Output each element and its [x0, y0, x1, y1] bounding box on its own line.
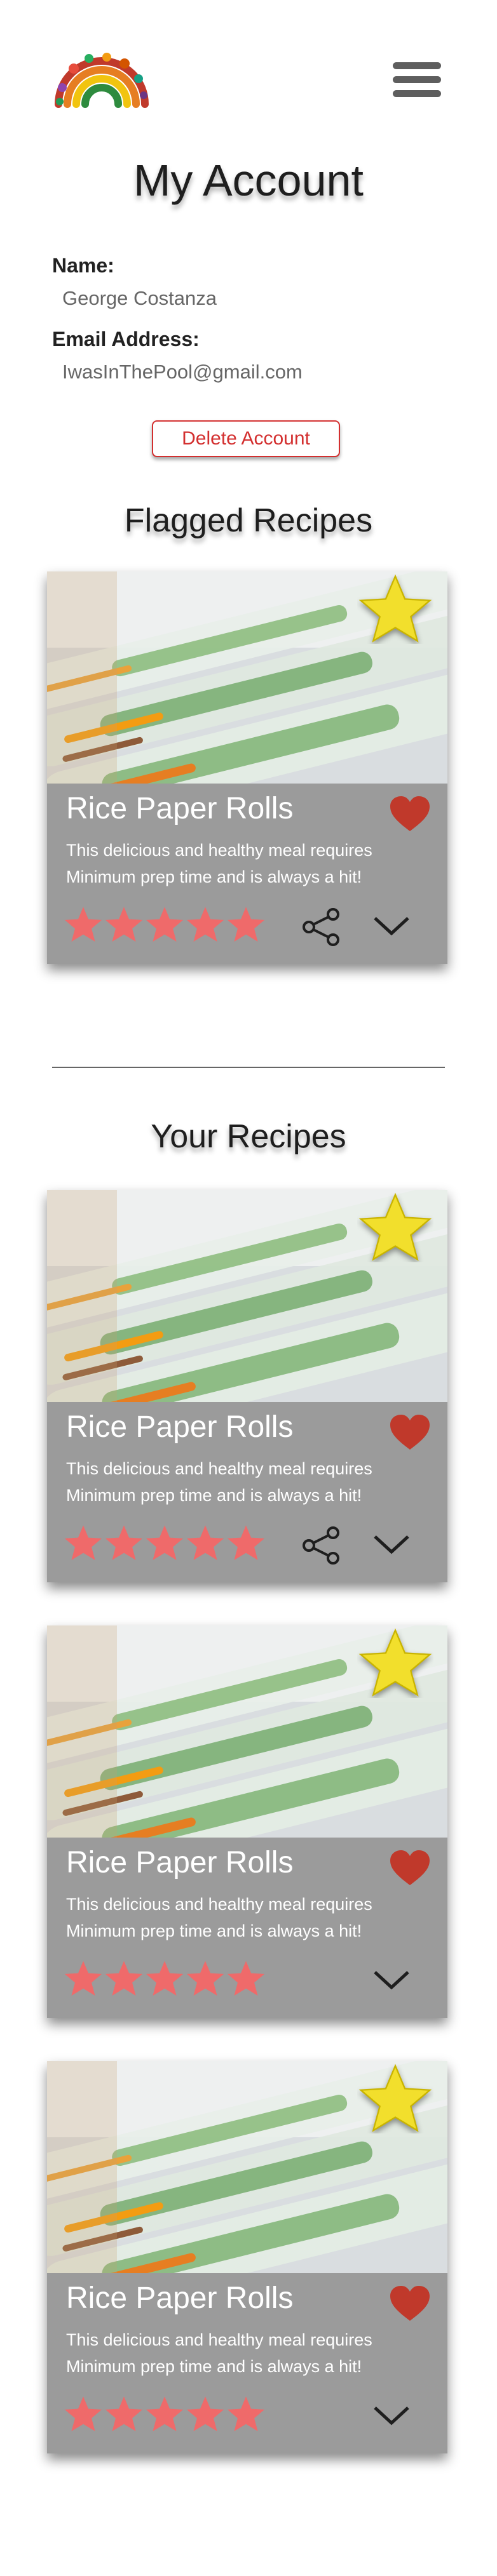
hamburger-menu-icon[interactable]	[393, 62, 441, 103]
recipe-card[interactable]: Rice Paper Rolls This delicious and heal…	[47, 2061, 447, 2453]
chevron-down-icon[interactable]	[371, 2401, 412, 2429]
chevron-down-icon[interactable]	[371, 912, 412, 940]
rating-star-icon[interactable]	[226, 1959, 266, 1998]
chevron-down-icon[interactable]	[371, 1530, 412, 1558]
share-icon[interactable]	[301, 1526, 342, 1565]
recipe-description: This delicious and healthy meal requires…	[66, 1895, 372, 1940]
flag-star-icon[interactable]	[357, 574, 433, 644]
rating-star-icon[interactable]	[64, 1523, 103, 1563]
recipe-card[interactable]: Rice Paper Rolls This delicious and heal…	[47, 1625, 447, 2018]
share-icon[interactable]	[301, 908, 342, 946]
delete-account-button[interactable]: Delete Account	[152, 420, 340, 457]
rating-star-icon[interactable]	[104, 2394, 144, 2434]
rating-star-icon[interactable]	[104, 1523, 144, 1563]
rating-star-icon[interactable]	[145, 905, 184, 944]
recipe-card[interactable]: Rice Paper Rolls This delicious and heal…	[47, 1190, 447, 1582]
rating-star-icon[interactable]	[104, 1959, 144, 1998]
recipe-title: Rice Paper Rolls	[66, 1846, 294, 1879]
name-label: Name:	[52, 254, 114, 277]
rating-star-icon[interactable]	[186, 905, 225, 944]
star-rating[interactable]	[64, 2394, 266, 2434]
recipe-title: Rice Paper Rolls	[66, 792, 294, 825]
chevron-down-icon[interactable]	[371, 1966, 412, 1994]
star-rating[interactable]	[64, 905, 266, 944]
flagged-recipes-heading: Flagged Recipes	[124, 502, 373, 539]
flag-star-icon[interactable]	[357, 1192, 433, 1262]
rating-star-icon[interactable]	[226, 905, 266, 944]
rating-star-icon[interactable]	[226, 1523, 266, 1563]
rating-star-icon[interactable]	[145, 1523, 184, 1563]
favorite-heart-icon[interactable]	[389, 795, 431, 833]
recipe-description: This delicious and healthy meal requires…	[66, 1459, 372, 1505]
recipe-card[interactable]: Rice Paper Rolls This delicious and heal…	[47, 571, 447, 964]
recipe-title: Rice Paper Rolls	[66, 2281, 294, 2315]
rating-star-icon[interactable]	[64, 2394, 103, 2434]
star-rating[interactable]	[64, 1959, 266, 1998]
your-recipes-heading: Your Recipes	[151, 1118, 346, 1155]
rating-star-icon[interactable]	[104, 905, 144, 944]
vegetable-rainbow-logo[interactable]	[50, 50, 154, 110]
favorite-heart-icon[interactable]	[389, 1849, 431, 1887]
rating-star-icon[interactable]	[145, 2394, 184, 2434]
flag-star-icon[interactable]	[357, 1628, 433, 1698]
rating-star-icon[interactable]	[226, 2394, 266, 2434]
flag-star-icon[interactable]	[357, 2064, 433, 2133]
rating-star-icon[interactable]	[186, 1523, 225, 1563]
rating-star-icon[interactable]	[64, 905, 103, 944]
email-value: IwasInThePool@gmail.com	[62, 361, 303, 383]
rating-star-icon[interactable]	[186, 1959, 225, 1998]
page-title: My Account	[133, 156, 364, 205]
name-value: George Costanza	[62, 287, 217, 309]
recipe-title: Rice Paper Rolls	[66, 1410, 294, 1444]
rating-star-icon[interactable]	[145, 1959, 184, 1998]
favorite-heart-icon[interactable]	[389, 2285, 431, 2323]
rating-star-icon[interactable]	[64, 1959, 103, 1998]
email-label: Email Address:	[52, 328, 200, 350]
section-divider	[52, 1067, 445, 1068]
recipe-description: This delicious and healthy meal requires…	[66, 2330, 372, 2376]
rating-star-icon[interactable]	[186, 2394, 225, 2434]
star-rating[interactable]	[64, 1523, 266, 1563]
favorite-heart-icon[interactable]	[389, 1413, 431, 1452]
recipe-description: This delicious and healthy meal requires…	[66, 841, 372, 886]
